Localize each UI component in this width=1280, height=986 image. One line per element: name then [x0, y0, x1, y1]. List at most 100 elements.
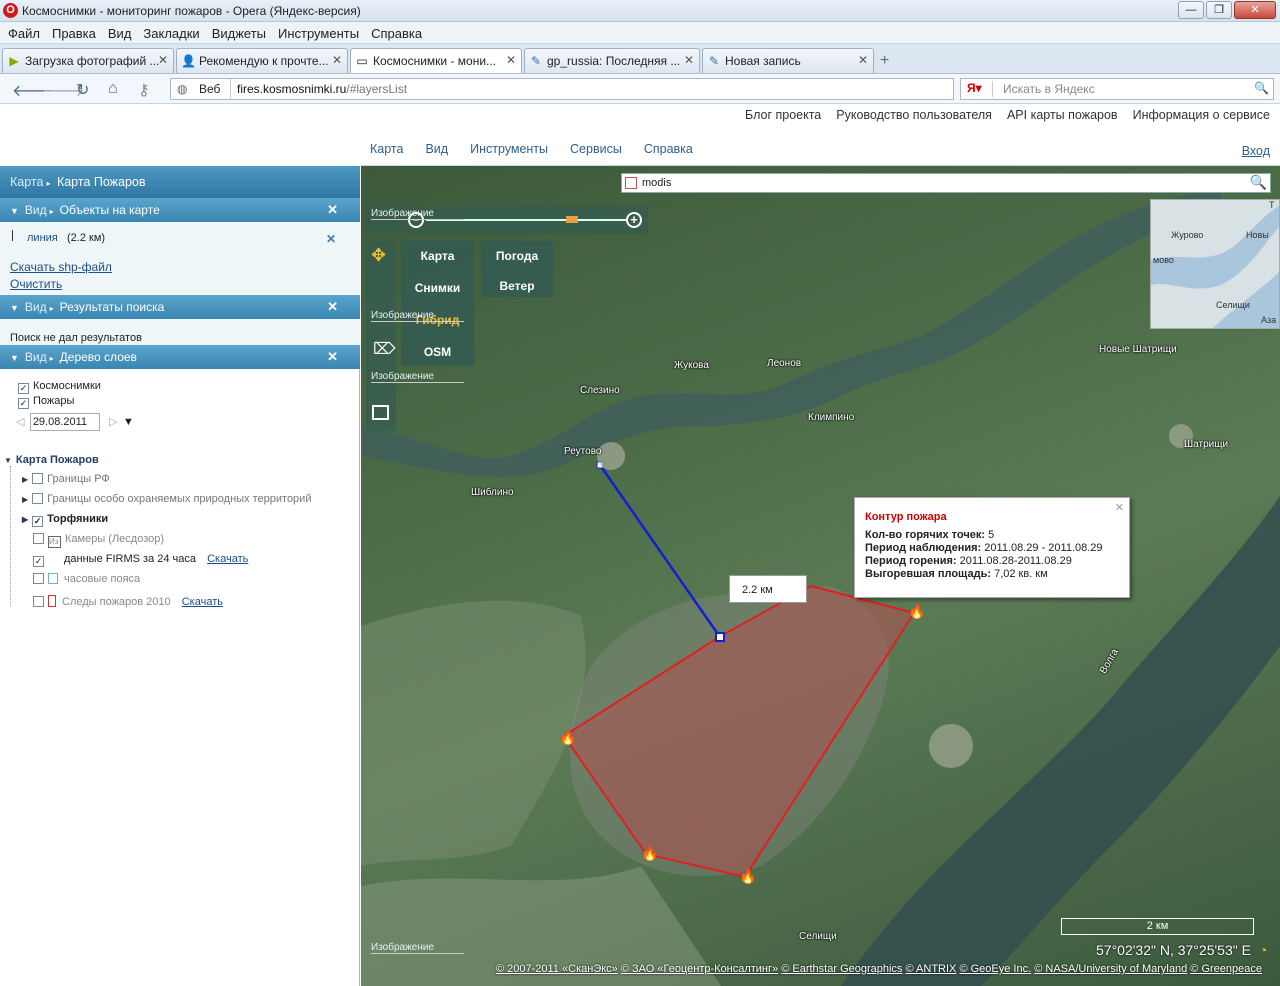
- checkbox[interactable]: [33, 573, 44, 584]
- zoom-in-icon[interactable]: +: [626, 212, 642, 228]
- reload-icon[interactable]: ↻: [76, 80, 89, 100]
- add-tab-icon[interactable]: +: [880, 52, 889, 70]
- close-tab-icon[interactable]: ✕: [858, 53, 868, 67]
- search-icon[interactable]: 🔍: [1250, 174, 1267, 191]
- collapse-icon[interactable]: ▼: [10, 353, 19, 363]
- layer-peatlands[interactable]: ▶ ✓ Торфяники: [22, 513, 108, 527]
- layer-timezones[interactable]: часовые пояса: [33, 573, 140, 585]
- search-section-header[interactable]: ▼ Вид ▸ Результаты поиска ✕: [0, 295, 360, 319]
- base-layer-fires[interactable]: ✓ Пожары: [18, 395, 74, 409]
- link-blog[interactable]: Блог проекта: [745, 108, 821, 122]
- site-menu-view[interactable]: Вид: [425, 142, 448, 156]
- mode-map-button[interactable]: Карта: [401, 249, 474, 263]
- fire-hotspot-icon[interactable]: 🔥: [641, 845, 658, 862]
- tab-upload-photos[interactable]: ▶ Загрузка фотографий ... ✕: [2, 48, 174, 73]
- measured-line[interactable]: [598, 464, 722, 638]
- site-menu-map[interactable]: Карта: [370, 142, 403, 156]
- menu-widgets[interactable]: Виджеты: [208, 22, 274, 43]
- menu-edit[interactable]: Правка: [48, 22, 104, 43]
- line-object-label[interactable]: линия: [27, 232, 58, 244]
- line-vertex[interactable]: [715, 632, 725, 642]
- download-shp-link[interactable]: Скачать shp-файл: [10, 260, 112, 274]
- link-service-info[interactable]: Информация о сервисе: [1133, 108, 1270, 122]
- copyright-part[interactable]: © ЗАО «Геоцентр-Консалтинг»: [621, 963, 778, 975]
- tree-root[interactable]: ▼ Карта Пожаров: [4, 454, 99, 466]
- checkbox-checked[interactable]: ✓: [32, 516, 44, 527]
- checkbox-checked[interactable]: ✓: [18, 398, 29, 409]
- link-api[interactable]: API карты пожаров: [1007, 108, 1118, 122]
- copyright-prefix[interactable]: © 2007-2011 «СканЭкс»: [496, 963, 618, 975]
- zoom-handle[interactable]: [566, 216, 578, 223]
- copyright-part[interactable]: © ANTRIX: [906, 963, 957, 975]
- objects-section-header[interactable]: ▼ Вид ▸ Объекты на карте ✕: [0, 198, 360, 222]
- checkbox-checked[interactable]: ✓: [18, 383, 29, 394]
- expand-icon[interactable]: ▼: [4, 456, 12, 465]
- checkbox[interactable]: [32, 473, 44, 484]
- close-tab-icon[interactable]: ✕: [158, 53, 168, 67]
- site-menu-help[interactable]: Справка: [644, 142, 693, 156]
- expand-icon[interactable]: ▶: [22, 495, 28, 504]
- menu-view[interactable]: Вид: [104, 22, 140, 43]
- map-view[interactable]: 🔥 🔥 🔥 🔥 modis 🔍 – + ✥ ⌦ Карта Снимки Гиб…: [361, 166, 1280, 986]
- site-menu-services[interactable]: Сервисы: [570, 142, 622, 156]
- mode-satellite-button[interactable]: Снимки: [401, 281, 474, 295]
- pan-icon[interactable]: ✥: [371, 245, 386, 266]
- mode-osm-button[interactable]: OSM: [401, 345, 474, 359]
- fire-hotspot-icon[interactable]: 🔥: [908, 603, 925, 620]
- close-section-icon[interactable]: ✕: [327, 202, 338, 218]
- prev-date-icon[interactable]: ◁: [16, 416, 24, 428]
- section-view-label[interactable]: Вид: [25, 203, 47, 217]
- url-field[interactable]: ◍ Веб fires.kosmosnimki.ru/#layersList: [170, 78, 954, 100]
- tab-recommend[interactable]: 👤 Рекомендую к прочте... ✕: [176, 48, 348, 73]
- draw-rect-icon[interactable]: [372, 405, 389, 420]
- wind-button[interactable]: Ветер: [481, 279, 553, 293]
- home-icon[interactable]: ⌂: [108, 80, 118, 98]
- expand-icon[interactable]: ▶: [22, 475, 28, 484]
- download-firms-link[interactable]: Скачать: [207, 553, 248, 565]
- collapse-icon[interactable]: ▼: [10, 206, 19, 216]
- collapse-icon[interactable]: ▼: [10, 303, 19, 313]
- layer-borders-rf[interactable]: ▶ Границы РФ: [22, 473, 110, 485]
- layer-tree-section-header[interactable]: ▼ Вид ▸ Дерево слоев ✕: [0, 345, 360, 369]
- next-date-icon[interactable]: ▷: [109, 416, 117, 428]
- fire-hotspot-icon[interactable]: 🔥: [739, 868, 756, 885]
- layer-protected-areas[interactable]: ▶ Границы особо охраняемых природных терр…: [22, 493, 311, 505]
- tab-new-entry[interactable]: ✎ Новая запись ✕: [702, 48, 874, 73]
- search-icon[interactable]: 🔍: [1254, 81, 1269, 95]
- minimize-button[interactable]: —: [1178, 1, 1204, 19]
- close-window-button[interactable]: ✕: [1234, 1, 1276, 19]
- base-layer-kosmosnimki[interactable]: ✓ Космоснимки: [18, 380, 101, 394]
- layer-firms[interactable]: ✓ данные FIRMS за 24 часа Скачать: [33, 553, 248, 567]
- close-section-icon[interactable]: ✕: [327, 299, 338, 315]
- checkbox[interactable]: [33, 596, 44, 607]
- overview-minimap[interactable]: Журово Новы мово Селищи Аза Т: [1150, 199, 1280, 329]
- breadcrumb-root[interactable]: Карта: [10, 175, 43, 189]
- section-view-label[interactable]: Вид: [25, 350, 47, 364]
- checkbox-checked[interactable]: ✓: [33, 556, 44, 567]
- dropdown-icon[interactable]: ▼: [123, 416, 134, 428]
- menu-help[interactable]: Справка: [367, 22, 430, 43]
- web-search-toggle[interactable]: ◍ Веб: [171, 79, 231, 99]
- copyright-part[interactable]: © NASA/University of Maryland: [1034, 963, 1187, 975]
- maximize-button[interactable]: ❐: [1206, 1, 1232, 19]
- layer-cameras[interactable]: Из Камеры (Лесдозор): [33, 533, 164, 548]
- yandex-logo-icon[interactable]: Я▾: [963, 81, 993, 97]
- date-input[interactable]: 29.08.2011: [29, 413, 100, 431]
- clear-link[interactable]: Очистить: [10, 277, 62, 291]
- copyright-part[interactable]: © GeoEye Inc.: [959, 963, 1031, 975]
- weather-button[interactable]: Погода: [481, 249, 553, 263]
- yandex-search-input[interactable]: Я▾ Искать в Яндекс 🔍: [960, 78, 1274, 100]
- site-menu-tools[interactable]: Инструменты: [470, 142, 548, 156]
- menu-tools[interactable]: Инструменты: [274, 22, 367, 43]
- location-icon[interactable]: ◔: [1259, 942, 1267, 958]
- close-popup-icon[interactable]: ✕: [1115, 502, 1124, 515]
- download-traces-link[interactable]: Скачать: [182, 596, 223, 608]
- close-tab-icon[interactable]: ✕: [684, 53, 694, 67]
- layer-fire-traces-2010[interactable]: Следы пожаров 2010 Скачать: [33, 595, 223, 608]
- link-user-guide[interactable]: Руководство пользователя: [836, 108, 992, 122]
- close-section-icon[interactable]: ✕: [327, 349, 338, 365]
- menu-bookmarks[interactable]: Закладки: [139, 22, 207, 43]
- map-search-input[interactable]: modis 🔍: [621, 173, 1271, 193]
- menu-file[interactable]: Файл: [4, 22, 48, 43]
- tab-gp-russia[interactable]: ✎ gp_russia: Последняя ... ✕: [524, 48, 700, 73]
